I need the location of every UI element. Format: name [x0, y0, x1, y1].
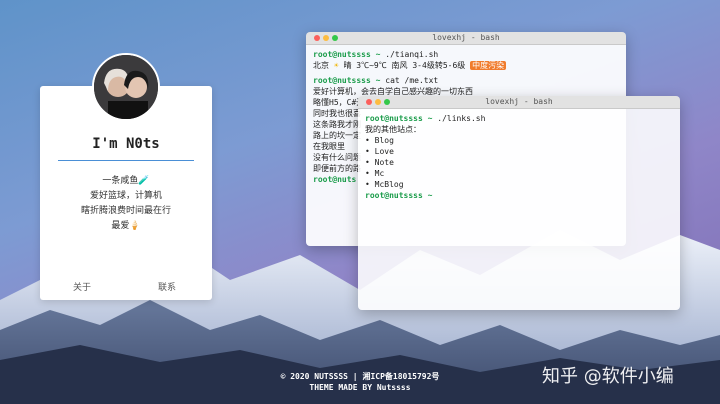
- bio-line: 一条咸鱼🧪: [102, 176, 150, 186]
- terminal-title: lovexhj - bash: [485, 97, 553, 106]
- site-link-note[interactable]: • Note: [365, 157, 673, 168]
- terminal-title: lovexhj - bash: [432, 33, 500, 42]
- terminal-line: root@nutssss ~: [365, 190, 673, 201]
- profile-bio: 一条咸鱼🧪 爱好篮球，计算机 瞎折腾浪费时间最在行 最爱🍦: [40, 174, 212, 234]
- terminal-line: root@nutssss ~ ./links.sh: [365, 113, 673, 124]
- prompt: root@nutssss ~: [313, 76, 381, 85]
- prompt: root@nuts: [313, 175, 357, 184]
- site-link-mc[interactable]: • Mc: [365, 168, 673, 179]
- close-icon[interactable]: [366, 99, 372, 105]
- avatar[interactable]: [92, 53, 160, 121]
- terminal-titlebar[interactable]: lovexhj - bash: [306, 32, 626, 45]
- terminal-line: root@nutssss ~ ./tianqi.sh: [313, 49, 619, 60]
- bio-line: 爱好篮球，计算机: [89, 191, 162, 201]
- minimize-icon[interactable]: [323, 35, 329, 41]
- bio-line: 最爱🍦: [111, 221, 141, 231]
- profile-card: I'm N0ts 一条咸鱼🧪 爱好篮球，计算机 瞎折腾浪费时间最在行 最爱🍦 关…: [40, 53, 212, 300]
- weather-info: 晴 3℃~9℃ 南风 3-4级转5-6级: [338, 61, 471, 70]
- terminal-output: root@nutssss ~ ./links.sh 我的其他站点： • Blog…: [358, 109, 680, 310]
- terminal-window-links[interactable]: lovexhj - bash root@nutssss ~ ./links.sh…: [358, 96, 680, 310]
- command: ./tianqi.sh: [380, 50, 439, 59]
- terminal-line: 我的其他站点：: [365, 125, 421, 134]
- prompt: root@nutssss ~: [313, 50, 381, 59]
- prompt: root@nutssss ~: [365, 114, 433, 123]
- watermark: 知乎 @软件小编: [542, 366, 674, 387]
- profile-name: I'm N0ts: [92, 136, 160, 152]
- terminal-line: root@nutssss ~ cat /me.txt: [313, 75, 619, 86]
- weather-city: 北京: [313, 61, 334, 70]
- command: ./links.sh: [432, 114, 486, 123]
- air-quality-badge: 中度污染: [470, 61, 507, 70]
- site-link-love[interactable]: • Love: [365, 146, 673, 157]
- bio-line: 瞎折腾浪费时间最在行: [80, 206, 171, 216]
- site-link-mcblog[interactable]: • McBlog: [365, 179, 673, 190]
- prompt: root@nutssss ~: [365, 191, 433, 200]
- maximize-icon[interactable]: [332, 35, 338, 41]
- contact-link[interactable]: 联系: [158, 280, 176, 293]
- maximize-icon[interactable]: [384, 99, 390, 105]
- minimize-icon[interactable]: [375, 99, 381, 105]
- command: cat /me.txt: [380, 76, 439, 85]
- terminal-line: 北京 ☀ 晴 3℃~9℃ 南风 3-4级转5-6级 中度污染: [313, 60, 619, 71]
- terminal-titlebar[interactable]: lovexhj - bash: [358, 96, 680, 109]
- site-link-blog[interactable]: • Blog: [365, 135, 673, 146]
- about-link[interactable]: 关于: [73, 280, 91, 293]
- divider: [58, 160, 194, 161]
- close-icon[interactable]: [314, 35, 320, 41]
